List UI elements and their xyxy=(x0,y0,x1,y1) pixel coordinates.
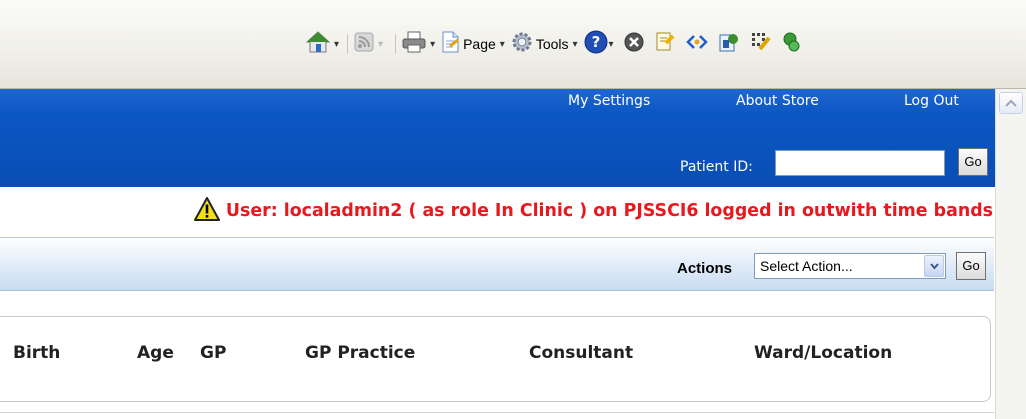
about-store-link[interactable]: About Store xyxy=(736,93,819,109)
home-icon[interactable] xyxy=(305,30,331,58)
accessibility-icon[interactable] xyxy=(685,33,708,55)
scroll-up-button[interactable] xyxy=(999,92,1023,114)
vertical-scrollbar[interactable] xyxy=(995,89,1026,419)
messenger-icon[interactable] xyxy=(718,31,740,57)
login-warning: User: localadmin2 ( as role In Clinic ) … xyxy=(87,194,993,228)
chevron-down-icon xyxy=(930,263,939,270)
log-out-link[interactable]: Log Out xyxy=(904,93,959,109)
action-select-value: Select Action... xyxy=(760,258,853,274)
home-dropdown[interactable]: ▾ xyxy=(334,39,339,50)
help-dropdown[interactable]: ▾ xyxy=(609,39,614,50)
column-header-gp-practice[interactable]: GP Practice xyxy=(305,343,415,363)
column-header-birth[interactable]: Birth xyxy=(13,343,60,363)
warning-icon xyxy=(193,197,220,225)
patient-id-label: Patient ID: xyxy=(680,159,753,175)
page-icon xyxy=(441,31,461,57)
actions-label: Actions xyxy=(677,260,733,277)
column-header-age[interactable]: Age xyxy=(137,343,174,363)
warning-message: User: localadmin2 ( as role In Clinic ) … xyxy=(225,201,993,221)
research-icon[interactable] xyxy=(654,31,676,57)
print-icon[interactable] xyxy=(402,31,426,57)
app-header: My Settings About Store Log Out Patient … xyxy=(0,89,995,187)
tools-dropdown[interactable]: ▾ xyxy=(573,39,578,50)
actions-bar: Actions Select Action... Go xyxy=(0,237,994,291)
add-on-icon-2[interactable] xyxy=(782,31,802,57)
patient-id-go-button[interactable]: Go xyxy=(958,148,988,176)
feeds-icon[interactable] xyxy=(354,32,374,56)
content-divider xyxy=(0,412,994,413)
action-select-dropdown-button[interactable] xyxy=(924,255,944,277)
column-header-ward-location[interactable]: Ward/Location xyxy=(754,343,892,363)
tools-menu-label[interactable]: Tools xyxy=(536,36,569,52)
stop-icon[interactable] xyxy=(624,32,644,56)
action-select[interactable]: Select Action... xyxy=(754,253,946,279)
column-header-gp[interactable]: GP xyxy=(200,343,226,363)
help-icon[interactable]: ? xyxy=(584,30,608,58)
add-on-icon[interactable] xyxy=(750,31,772,57)
browser-command-bar: ▾ ▾ ▾ Page ▾ Tools ▾ ? ▾ xyxy=(0,0,1026,89)
print-dropdown[interactable]: ▾ xyxy=(430,39,435,50)
svg-text:?: ? xyxy=(591,33,600,51)
tools-gear-icon xyxy=(511,31,533,57)
my-settings-link[interactable]: My Settings xyxy=(568,93,650,109)
feeds-dropdown[interactable]: ▾ xyxy=(378,39,383,50)
command-bar-buttons: ▾ ▾ ▾ Page ▾ Tools ▾ ? ▾ xyxy=(305,0,802,88)
patient-id-input[interactable] xyxy=(775,150,945,176)
page-dropdown[interactable]: ▾ xyxy=(500,39,505,50)
patient-table-header: Birth Age GP GP Practice Consultant Ward… xyxy=(0,316,991,402)
column-header-consultant[interactable]: Consultant xyxy=(529,343,633,363)
toolbar-separator xyxy=(395,34,397,54)
actions-go-button[interactable]: Go xyxy=(956,252,986,280)
page-menu-label[interactable]: Page xyxy=(463,36,496,52)
toolbar-separator xyxy=(347,34,349,54)
chevron-up-icon xyxy=(1005,99,1017,107)
